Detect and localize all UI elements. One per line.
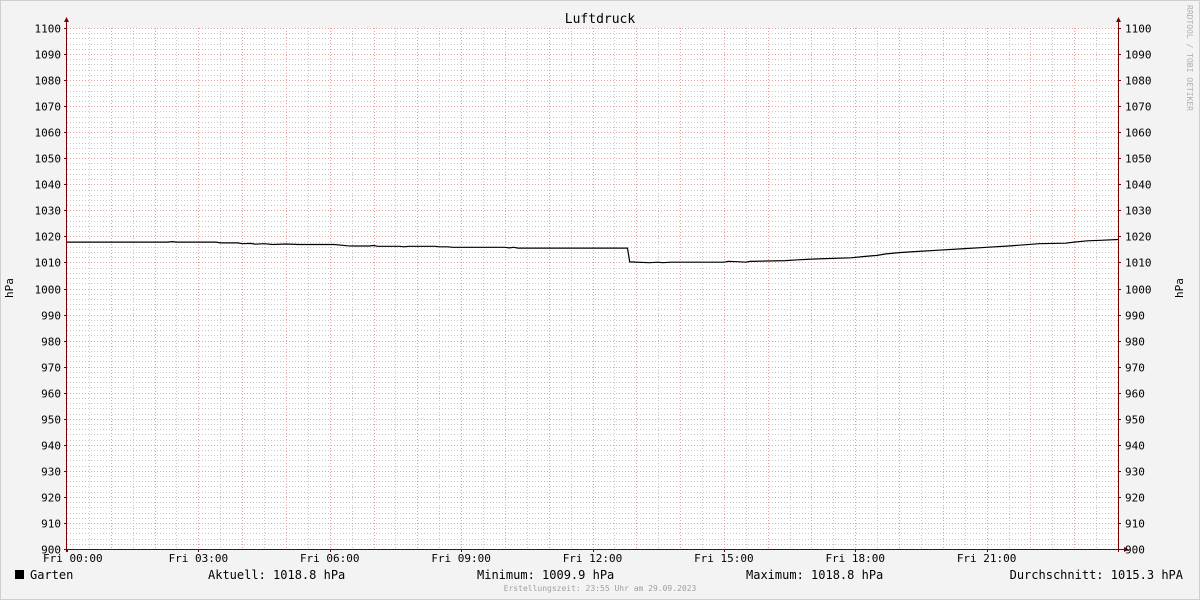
y-tick-label-left: 950: [41, 414, 61, 427]
y-tick-label-left: 1060: [35, 127, 62, 140]
y-tick-label-left: 1090: [35, 49, 62, 62]
y-tick-label-left: 930: [41, 466, 61, 479]
y-tick-label-right: 1010: [1125, 257, 1152, 270]
legend-maximum: Maximum: 1018.8 hPa: [746, 568, 883, 582]
y-tick-label-left: 940: [41, 440, 61, 453]
y-tick-label-left: 990: [41, 310, 61, 323]
y-tick-label-right: 900: [1125, 544, 1145, 557]
y-tick-label-right: 1050: [1125, 153, 1152, 166]
y-tick-label-right: 1020: [1125, 231, 1152, 244]
y-tick-label-right: 1070: [1125, 101, 1152, 114]
y-tick-label-left: 1100: [35, 23, 62, 36]
y-tick-label-right: 1040: [1125, 179, 1152, 192]
legend-current: Aktuell: 1018.8 hPa: [208, 568, 345, 582]
y-tick-label-left: 1020: [35, 231, 62, 244]
x-tick-label: Fri 21:00: [957, 552, 1017, 565]
x-tick-label: Fri 18:00: [825, 552, 885, 565]
footer-timestamp: Erstellungszeit: 23:55 Uhr am 29.09.2023: [504, 584, 697, 593]
y-tick-label-left: 980: [41, 336, 61, 349]
y-tick-label-right: 1030: [1125, 205, 1152, 218]
legend-average: Durchschnitt: 1015.3 hPA: [1010, 568, 1184, 582]
x-tick-label: Fri 15:00: [694, 552, 754, 565]
y-tick-label-right: 910: [1125, 518, 1145, 531]
watermark: RRDTOOL / TOBI OETIKER: [1185, 5, 1194, 111]
y-tick-label-left: 970: [41, 362, 61, 375]
legend-minimum: Minimum: 1009.9 hPa: [477, 568, 614, 582]
y-tick-label-left: 960: [41, 388, 61, 401]
y-tick-label-right: 1090: [1125, 49, 1152, 62]
y-axis-label-left: hPa: [3, 278, 16, 298]
y-tick-label-left: 910: [41, 518, 61, 531]
y-tick-label-right: 920: [1125, 492, 1145, 505]
y-tick-label-left: 1050: [35, 153, 62, 166]
legend-swatch: [15, 570, 24, 579]
chart-svg: 900 910 920 930 940 950 960 970 980 990 1000 1010 10…: [0, 0, 1200, 600]
y-tick-label-right: 960: [1125, 388, 1145, 401]
x-tick-label: Fri 09:00: [431, 552, 491, 565]
x-tick-label: Fri 03:00: [169, 552, 229, 565]
y-tick-label-left: 1080: [35, 75, 62, 88]
chart: 900 910 920 930 940 950 960 970 980 990 1000 1010 10…: [0, 0, 1200, 600]
x-tick-label: Fri 06:00: [300, 552, 360, 565]
y-tick-label-right: 930: [1125, 466, 1145, 479]
y-tick-label-right: 940: [1125, 440, 1145, 453]
chart-title: Luftdruck: [565, 12, 636, 27]
y-tick-label-left: 1040: [35, 179, 62, 192]
y-tick-label-right: 980: [1125, 336, 1145, 349]
y-axis-label-right: hPa: [1173, 278, 1186, 298]
x-tick-label: Fri 12:00: [563, 552, 623, 565]
y-tick-label-right: 950: [1125, 414, 1145, 427]
y-tick-label-left: 1010: [35, 257, 62, 270]
y-tick-label-right: 1080: [1125, 75, 1152, 88]
y-tick-label-left: 920: [41, 492, 61, 505]
y-tick-label-left: 1000: [35, 284, 62, 297]
legend-series-name: Garten: [30, 568, 73, 582]
y-tick-label-right: 1060: [1125, 127, 1152, 140]
y-tick-label-right: 1000: [1125, 284, 1152, 297]
y-tick-label-right: 1100: [1125, 23, 1152, 36]
x-tick-label: Fri 00:00: [43, 552, 103, 565]
y-tick-label-left: 1030: [35, 205, 62, 218]
y-tick-label-right: 970: [1125, 362, 1145, 375]
y-tick-label-right: 990: [1125, 310, 1145, 323]
y-tick-label-left: 1070: [35, 101, 62, 114]
